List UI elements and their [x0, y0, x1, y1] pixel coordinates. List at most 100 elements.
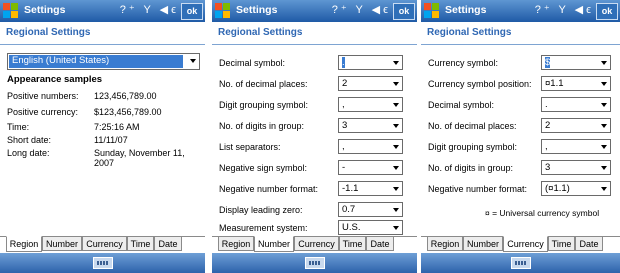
decimal-places-dropdown[interactable]: 2 — [541, 118, 611, 133]
sample-label: Positive currency: — [7, 107, 79, 117]
chevron-down-icon — [393, 145, 399, 149]
digit-grouping-dropdown[interactable]: , — [541, 139, 611, 154]
negative-sign-dropdown[interactable]: - — [338, 160, 403, 175]
tab-strip: Region Number Currency Time Date — [212, 236, 417, 253]
field-value: $ — [545, 57, 551, 68]
chevron-down-icon — [393, 187, 399, 191]
field-label: Measurement system: — [219, 223, 308, 233]
digit-grouping-dropdown[interactable]: , — [338, 97, 403, 112]
settings-panel-currency: Settings ?⁺ Y ◀ϵ ok Regional Settings Cu… — [421, 0, 620, 273]
chevron-down-icon — [601, 103, 607, 107]
negative-format-dropdown[interactable]: -1.1 — [338, 181, 403, 196]
chevron-down-icon — [393, 124, 399, 128]
keyboard-icon[interactable] — [92, 257, 113, 269]
soft-key-bar — [212, 253, 417, 273]
tab-number[interactable]: Number — [42, 237, 82, 251]
tab-date[interactable]: Date — [154, 237, 182, 251]
tab-currency[interactable]: Currency — [503, 236, 548, 252]
negative-format-dropdown[interactable]: (¤1.1) — [541, 181, 611, 196]
tab-time[interactable]: Time — [548, 237, 575, 251]
field-label: No. of digits in group: — [219, 121, 305, 131]
tab-number[interactable]: Number — [463, 237, 503, 251]
windows-start-icon[interactable] — [215, 3, 231, 19]
decimal-symbol-dropdown[interactable]: . — [338, 55, 403, 70]
measurement-system-dropdown[interactable]: U.S. — [338, 220, 403, 235]
field-label: Decimal symbol: — [219, 58, 286, 68]
field-label: Digit grouping symbol: — [428, 142, 518, 152]
keyboard-icon[interactable] — [304, 257, 325, 269]
digits-in-group-dropdown[interactable]: 3 — [338, 118, 403, 133]
field-value: , — [545, 141, 548, 152]
windows-start-icon[interactable] — [424, 3, 440, 19]
chevron-down-icon — [601, 124, 607, 128]
field-label: List separators: — [219, 142, 281, 152]
page-header: Regional Settings — [0, 22, 205, 45]
field-label: No. of decimal places: — [219, 79, 308, 89]
field-label: Decimal symbol: — [428, 100, 495, 110]
chevron-down-icon — [601, 82, 607, 86]
appearance-samples-heading: Appearance samples — [7, 74, 103, 85]
field-label: Currency symbol: — [428, 58, 499, 68]
chevron-down-icon — [393, 61, 399, 65]
field-label: Display leading zero: — [219, 205, 303, 215]
currency-symbol-dropdown[interactable]: $ — [541, 55, 611, 70]
decimal-symbol-dropdown[interactable]: . — [541, 97, 611, 112]
status-icons[interactable]: ?⁺ Y ◀ϵ — [332, 3, 391, 16]
sample-value: 11/11/07 — [94, 135, 128, 145]
tab-strip: Region Number Currency Time Date — [421, 236, 620, 253]
windows-start-icon[interactable] — [3, 3, 19, 19]
ok-button[interactable]: ok — [596, 3, 618, 20]
chevron-down-icon — [393, 82, 399, 86]
tab-strip: Region Number Currency Time Date — [0, 236, 205, 253]
sample-value: 7:25:16 AM — [94, 122, 140, 132]
soft-key-bar — [0, 253, 205, 273]
list-separator-dropdown[interactable]: , — [338, 139, 403, 154]
tab-number[interactable]: Number — [254, 236, 294, 252]
title-bar: Settings ?⁺ Y ◀ϵ ok — [0, 0, 205, 22]
field-label: Currency symbol position: — [428, 79, 532, 89]
sample-value: Sunday, November 11, 2007 — [94, 148, 185, 168]
soft-key-bar — [421, 253, 620, 273]
page-header: Regional Settings — [421, 22, 620, 45]
window-title: Settings — [24, 4, 66, 16]
chevron-down-icon — [601, 166, 607, 170]
field-value: - — [342, 162, 346, 173]
window-title: Settings — [236, 4, 278, 16]
field-value: 2 — [342, 78, 348, 89]
chevron-down-icon — [601, 61, 607, 65]
tab-date[interactable]: Date — [366, 237, 394, 251]
field-label: No. of decimal places: — [428, 121, 517, 131]
ok-button[interactable]: ok — [393, 3, 415, 20]
currency-content: Currency symbol: $ Currency symbol posit… — [421, 45, 620, 237]
status-icons[interactable]: ?⁺ Y ◀ϵ — [535, 3, 594, 16]
field-value: , — [342, 99, 345, 110]
tab-date[interactable]: Date — [575, 237, 603, 251]
number-content: Decimal symbol: . No. of decimal places:… — [212, 45, 417, 237]
tab-region[interactable]: Region — [427, 237, 463, 251]
page-header: Regional Settings — [212, 22, 417, 45]
tab-time[interactable]: Time — [127, 237, 154, 251]
status-icons[interactable]: ?⁺ Y ◀ϵ — [120, 3, 179, 16]
window-title: Settings — [445, 4, 487, 16]
currency-position-dropdown[interactable]: ¤1.1 — [541, 76, 611, 91]
chevron-down-icon — [393, 103, 399, 107]
sample-value: $123,456,789.00 — [94, 107, 162, 117]
leading-zero-dropdown[interactable]: 0.7 — [338, 202, 403, 217]
field-label: Digit grouping symbol: — [219, 100, 309, 110]
tab-currency[interactable]: Currency — [294, 237, 339, 251]
tab-currency[interactable]: Currency — [82, 237, 127, 251]
field-value: 3 — [545, 162, 551, 173]
locale-dropdown[interactable]: English (United States) — [7, 53, 200, 70]
keyboard-icon[interactable] — [510, 257, 531, 269]
tab-region[interactable]: Region — [6, 236, 42, 252]
region-content: English (United States) Appearance sampl… — [0, 45, 205, 237]
digits-in-group-dropdown[interactable]: 3 — [541, 160, 611, 175]
field-label: Negative sign symbol: — [219, 163, 308, 173]
decimal-places-dropdown[interactable]: 2 — [338, 76, 403, 91]
tab-time[interactable]: Time — [339, 237, 366, 251]
field-value: ¤1.1 — [545, 78, 564, 89]
field-label: Negative number format: — [219, 184, 319, 194]
ok-button[interactable]: ok — [181, 3, 203, 20]
field-value: -1.1 — [342, 183, 359, 194]
tab-region[interactable]: Region — [218, 237, 254, 251]
